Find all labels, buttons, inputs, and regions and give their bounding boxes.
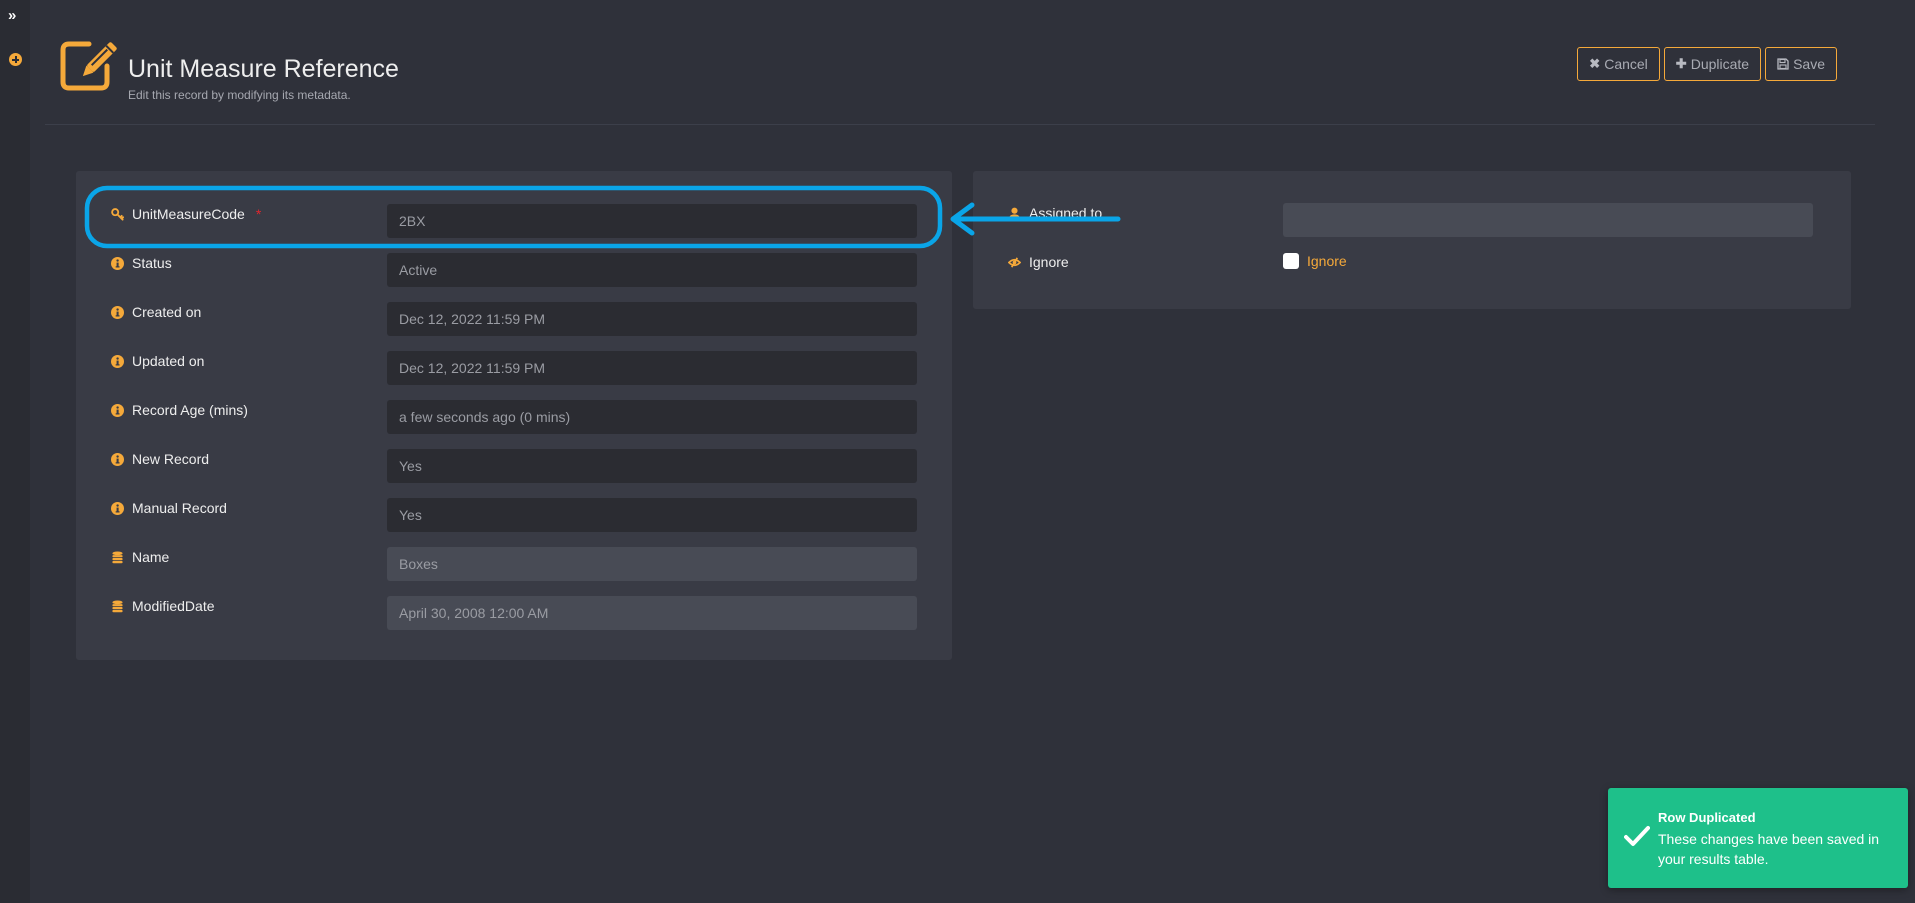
key-icon [111,207,124,221]
eye-slash-icon [1008,256,1021,268]
save-button-label: Save [1793,56,1825,72]
info-icon [111,305,124,319]
field-label: Status [132,255,172,271]
field-row-new-record: New Record Yes [76,449,952,483]
field-label: Record Age (mins) [132,402,248,418]
ignore-checkbox-label[interactable]: Ignore [1307,253,1347,269]
assignment-panel: Assigned to Ignore Ignore [973,171,1851,309]
field-label: Updated on [132,353,205,369]
chevrons-right-icon[interactable]: » [8,8,24,24]
info-icon [111,403,124,417]
floppy-disk-icon [1777,58,1789,70]
name-input[interactable] [387,547,917,581]
save-button[interactable]: Save [1765,47,1837,81]
field-label: Ignore [1029,254,1069,270]
field-row-created-on: Created on Dec 12, 2022 11:59 PM [76,302,952,336]
field-label: Assigned to [1029,205,1103,221]
user-icon [1008,207,1021,220]
new-record-field[interactable]: Yes [387,449,917,483]
field-label: ModifiedDate [132,598,215,614]
field-row-name: Name [76,547,952,581]
field-label: Created on [132,304,202,320]
field-row-status: Status Active [76,253,952,287]
required-indicator: * [255,206,262,222]
field-row-updated-on: Updated on Dec 12, 2022 11:59 PM [76,351,952,385]
page-title: Unit Measure Reference [128,55,399,83]
field-row-ignore: Ignore Ignore [973,252,1851,286]
field-row-manual-record: Manual Record Yes [76,498,952,532]
database-icon [112,550,123,563]
toolbar: ✖ Cancel ✚ Duplicate Save [1577,47,1837,81]
info-icon [111,354,124,368]
info-icon [111,256,124,270]
toast-message: These changes have been saved in your re… [1658,831,1880,867]
ignore-checkbox[interactable] [1283,253,1299,269]
status-field[interactable]: Active [387,253,917,287]
duplicate-button-label: Duplicate [1690,56,1750,72]
record-age-field[interactable]: a few seconds ago (0 mins) [387,400,917,434]
info-icon [111,452,124,466]
plus-icon: ✚ [1675,56,1687,71]
duplicate-button[interactable]: ✚ Duplicate [1663,47,1762,81]
close-icon: ✖ [1589,56,1601,71]
checkmark-icon [1624,826,1650,846]
edit-pencil-icon [60,41,117,91]
field-row-modifieddate: ModifiedDate [76,596,952,630]
field-label: Manual Record [132,500,227,516]
record-fields-panel: UnitMeasureCode * 2BX Status Active Creat… [76,171,952,660]
toast-notification[interactable]: Row Duplicated These changes have been s… [1608,788,1908,888]
database-icon [112,599,123,612]
cancel-button-label: Cancel [1604,56,1648,72]
manual-record-field[interactable]: Yes [387,498,917,532]
ignore-checkbox-group: Ignore [1283,253,1347,269]
toast-title: Row Duplicated [1658,810,1756,825]
cancel-button[interactable]: ✖ Cancel [1577,47,1660,81]
updated-on-field[interactable]: Dec 12, 2022 11:59 PM [387,351,917,385]
modifieddate-input[interactable] [387,596,917,630]
page-header: Unit Measure Reference Edit this record … [45,30,1875,125]
field-label: Name [132,549,170,565]
info-icon [111,501,124,515]
annotation-arrow-head [950,202,975,236]
created-on-field[interactable]: Dec 12, 2022 11:59 PM [387,302,917,336]
assigned-to-input[interactable] [1283,203,1813,237]
field-row-unitmeasurecode: UnitMeasureCode * 2BX [76,204,952,238]
field-row-record-age: Record Age (mins) a few seconds ago (0 m… [76,400,952,434]
unitmeasurecode-field[interactable]: 2BX [387,204,917,238]
sidebar: » [0,0,30,903]
page-subtitle: Edit this record by modifying its metada… [128,88,351,102]
field-label: New Record [132,451,210,467]
field-label: UnitMeasureCode [132,206,245,222]
field-row-assigned-to: Assigned to [973,203,1851,237]
plus-circle-icon[interactable] [9,53,22,66]
